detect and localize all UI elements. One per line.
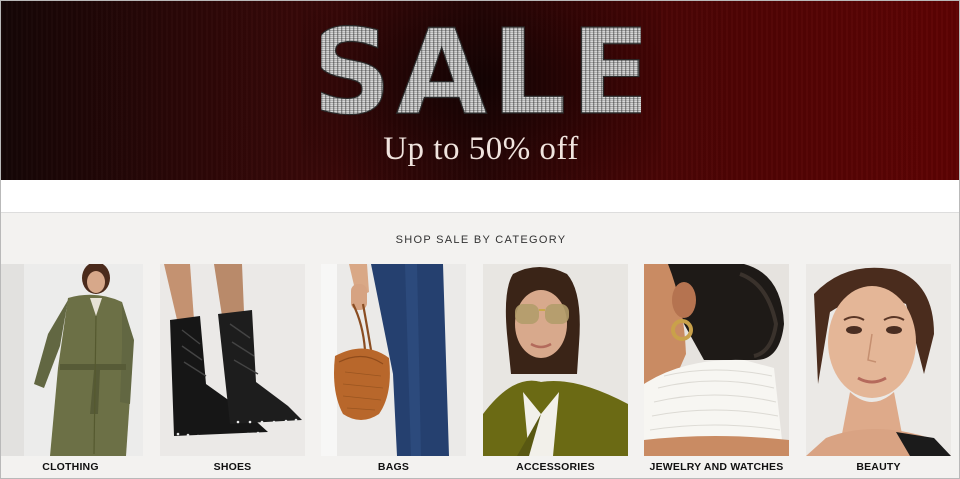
- category-label-beauty[interactable]: BEAUTY: [806, 461, 951, 473]
- woman-face-portrait-icon: [806, 264, 951, 456]
- category-card-jewelry-watches[interactable]: JEWELRY AND WATCHES: [644, 264, 789, 477]
- category-card-beauty[interactable]: BEAUTY: [806, 264, 951, 477]
- shop-by-category-section: SHOP SALE BY CATEGORY CLOTHING SHOES BAG…: [1, 213, 959, 478]
- clothing-image[interactable]: [1, 264, 143, 456]
- bags-image[interactable]: [321, 264, 466, 456]
- category-card-shoes[interactable]: SHOES: [160, 264, 305, 477]
- category-card-clothing[interactable]: CLOTHING: [1, 264, 143, 477]
- woman-with-sunglasses-icon: [483, 264, 628, 456]
- shoes-image[interactable]: [160, 264, 305, 456]
- spacer-strip: [1, 180, 959, 213]
- sale-hero-banner[interactable]: SALE Up to 50% off: [1, 1, 959, 180]
- sale-title-graphic: SALE: [321, 11, 641, 123]
- category-label-clothing[interactable]: CLOTHING: [1, 461, 143, 473]
- category-card-bags[interactable]: BAGS: [321, 264, 466, 477]
- woman-in-trench-coat-icon: [1, 264, 143, 456]
- page-frame: SALE Up to 50% off SHOP SALE BY CATEGORY: [0, 0, 960, 479]
- category-label-bags[interactable]: BAGS: [321, 461, 466, 473]
- category-label-accessories[interactable]: ACCESSORIES: [483, 461, 628, 473]
- sale-subtitle: Up to 50% off: [383, 131, 579, 167]
- jewelry-watches-image[interactable]: [644, 264, 789, 456]
- sale-title-text: SALE: [321, 11, 641, 123]
- section-heading: SHOP SALE BY CATEGORY: [395, 234, 567, 246]
- beauty-image[interactable]: [806, 264, 951, 456]
- category-label-jewelry-watches[interactable]: JEWELRY AND WATCHES: [644, 461, 789, 473]
- black-lace-up-boots-icon: [160, 264, 305, 456]
- accessories-image[interactable]: [483, 264, 628, 456]
- gold-hoop-earring-icon: [644, 264, 789, 456]
- tan-handbag-icon: [321, 264, 466, 456]
- category-card-accessories[interactable]: ACCESSORIES: [483, 264, 628, 477]
- category-label-shoes[interactable]: SHOES: [160, 461, 305, 473]
